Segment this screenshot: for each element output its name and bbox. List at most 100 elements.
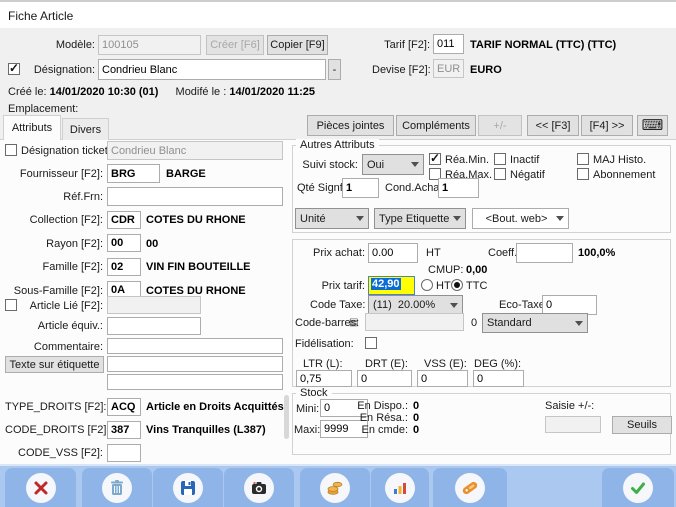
stats-button[interactable]: Stats [371,468,429,507]
tab-attributs[interactable]: Attributs [3,115,61,140]
maj-histo-checkbox[interactable] [577,153,589,165]
texte-etiquette-button[interactable]: Texte sur étiquette [5,356,104,373]
drt-label: DRT (E): [365,358,408,370]
creer-button: Créer [F6] [206,35,264,55]
ref-frn-field[interactable] [107,187,283,206]
prev-f3-button[interactable]: << [F3] [527,115,579,136]
unite-select[interactable]: Unité [295,208,369,229]
fidelisation-checkbox[interactable] [365,337,377,349]
maj-histo-label: MAJ Histo. [593,154,646,166]
standard-select[interactable]: Standard [482,313,588,333]
designation-ticket-checkbox[interactable] [5,144,17,156]
etiquette-line1-field[interactable] [107,356,283,372]
tarif-label: Tarif [F2]: [372,39,430,51]
modifie-value: 14/01/2020 11:25 [229,86,315,98]
dates-line: Créé le: 14/01/2020 10:30 (01) Modifé le… [8,86,315,98]
sauver-button[interactable]: Sauver [F7] [153,468,223,507]
article-lie-checkbox[interactable] [5,299,17,311]
code-droits-desc: Vins Tranquilles (L387) [146,424,266,436]
annuler-button[interactable]: Annuler [ESC] [5,468,76,507]
deg-field[interactable] [473,370,524,387]
mini-label: Mini: [296,403,319,415]
type-droits-field[interactable] [107,398,141,416]
negatif-checkbox[interactable] [494,168,506,180]
designation-ticket-field [107,141,283,160]
prix-tarif-field[interactable]: 42,90 [368,276,415,295]
commentaire-field[interactable] [107,338,283,354]
coeff-field[interactable] [516,243,573,263]
barcode-list-icon[interactable]: ▤ [349,317,358,328]
code-vss-field[interactable] [107,444,141,462]
modele-field[interactable] [98,35,201,55]
cree-value: 14/01/2020 10:30 (01) [50,86,159,98]
cmup-value: 0,00 [466,264,487,276]
tab-divers[interactable]: Divers [62,118,109,140]
bout-web-select[interactable]: <Bout. web> [472,208,569,229]
eco-taxe-field[interactable] [542,295,597,315]
chevron-down-icon [356,216,364,221]
collection-field[interactable] [107,211,141,229]
qte-signf-field[interactable] [342,178,379,198]
code-barres-field [365,313,464,331]
ttc-radio[interactable] [451,279,463,291]
abonnement-checkbox[interactable] [577,168,589,180]
rea-min-label: Réa.Min. [445,154,489,166]
copier-button[interactable]: Copier [F9] [267,35,328,55]
prix-fournisseur-button[interactable]: Prix Fourniss. [433,468,507,507]
devise-field [433,59,464,78]
article-lie-label: Article Lié [F2]: [21,300,103,312]
trash-icon [102,473,132,503]
code-taxe-select[interactable]: (11) 20.00% [368,295,463,315]
etiquette-line2-field[interactable] [107,374,283,390]
ltr-field[interactable] [296,370,352,387]
check-icon [623,473,653,503]
inactif-checkbox[interactable] [494,153,506,165]
fournisseur-field[interactable] [107,164,160,183]
designation-checkbox[interactable] [8,63,20,75]
article-equiv-field[interactable] [107,317,201,335]
next-f4-button[interactable]: [F4] >> [581,115,633,136]
price-tag-icon [455,473,485,503]
code-taxe-value: (11) 20.00% [373,299,450,311]
cond-achat-field[interactable] [438,178,479,198]
fiche-article-window: Fiche Article Modèle: Créer [F6] Copier … [0,0,676,507]
bottom-toolbar: Annuler [ESC] Suppr. Sauver [F7] Photos … [0,464,676,507]
tarif-field[interactable] [433,34,464,54]
keyboard-button[interactable]: ⌨ [637,115,668,136]
valider-button[interactable]: Valider [F10] [602,468,674,507]
vss-label: VSS (E): [424,358,467,370]
code-vss-label: CODE_VSS [F2]: [5,447,103,459]
stocks-button[interactable]: Stocks [300,468,370,507]
designation-expand-button[interactable]: - [328,59,341,80]
fournisseur-desc: BARGE [166,168,206,180]
qte-signf-label: Qté Signf: [297,182,346,194]
coins-icon [320,473,350,503]
rea-min-checkbox[interactable] [429,153,441,165]
seuils-button[interactable]: Seuils [612,416,672,434]
cmup-label: CMUP: [428,264,463,276]
suivi-stock-select[interactable]: Oui [362,154,424,175]
unite-value: Unité [300,213,356,225]
prix-achat-field[interactable] [368,243,418,263]
chevron-down-icon [556,216,564,221]
bar-chart-icon [385,473,415,503]
code-droits-label: CODE_DROITS [F2]: [5,424,103,436]
famille-field[interactable] [107,258,141,276]
designation-field[interactable] [98,59,326,80]
code-droits-field[interactable] [107,421,141,439]
devise-label: Devise [F2]: [372,64,430,76]
type-etiquette-select[interactable]: Type Etiquette 1 [374,208,466,229]
drt-field[interactable] [357,370,412,387]
rayon-field[interactable] [107,234,141,252]
pieces-jointes-button[interactable]: Pièces jointes [307,115,394,136]
commentaire-label: Commentaire: [5,341,103,353]
bout-web-value: <Bout. web> [477,213,556,225]
save-icon [173,473,203,503]
negatif-label: Négatif [510,169,545,181]
vss-field[interactable] [417,370,468,387]
supprimer-button[interactable]: Suppr. [82,468,152,507]
complements-button[interactable]: Compléments [396,115,476,136]
ht-radio[interactable] [421,279,433,291]
photos-button[interactable]: Photos [224,468,294,507]
scrollbar-thumb[interactable] [284,395,289,439]
